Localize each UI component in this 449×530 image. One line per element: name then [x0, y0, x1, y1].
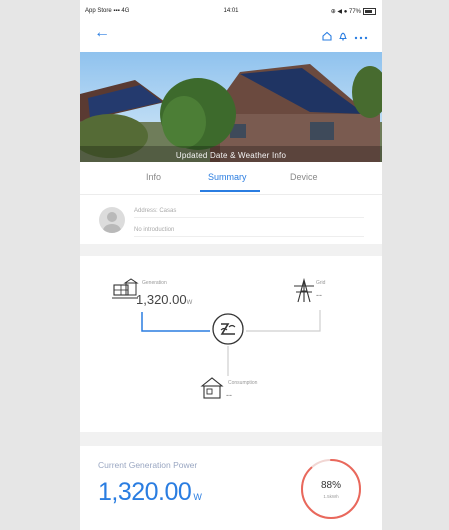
consumption-value: -- [226, 390, 232, 400]
more-icon[interactable] [354, 28, 368, 46]
section-divider [80, 244, 382, 256]
back-arrow-icon[interactable]: ← [94, 24, 110, 42]
gauge-subtext: 1.5kWh [323, 494, 339, 499]
current-power-value: 1,320.00 W [98, 478, 202, 507]
solar-generation-icon [112, 278, 139, 299]
avatar [99, 207, 125, 233]
consumption-label: Consumption [228, 380, 258, 386]
active-tab-indicator [200, 190, 260, 192]
battery-icon [363, 8, 376, 15]
tab-bar: Info Summary Device [80, 164, 382, 195]
grid-value: -- [316, 290, 322, 300]
gauge-percentage: 88% [320, 480, 341, 491]
section-divider [80, 432, 382, 446]
grid-label: Grid [316, 280, 326, 286]
bell-icon[interactable] [338, 28, 348, 46]
profile-introduction: No introduction [134, 227, 364, 237]
tab-device[interactable]: Device [290, 172, 318, 182]
grid-tower-icon [294, 277, 314, 303]
plant-photo: Updated Date & Weather Info [80, 52, 382, 162]
profile-address: Address: Casas [134, 208, 364, 218]
phone-screen: App Store ▪▪▪ 4G 14:01 ⊕ ◀ ● 77% ← Updat… [80, 0, 382, 530]
status-right: ⊕ ◀ ● 77% [331, 8, 376, 15]
inverter-icon [212, 313, 244, 345]
current-power-unit: W [193, 492, 202, 502]
generation-flow-line [141, 312, 210, 332]
power-gauge: 88% 1.5kWh [298, 456, 364, 522]
generation-label: Generation [142, 280, 167, 286]
current-power-label: Current Generation Power [98, 460, 198, 470]
grid-flow-line [246, 310, 321, 332]
generation-value-number: 1,320.00 [136, 292, 187, 307]
energy-flow-diagram: Generation 1,320.00W Grid -- Consumption… [80, 258, 382, 430]
generation-unit: W [186, 300, 193, 306]
plant-profile: Address: Casas No introduction [80, 196, 382, 246]
tab-summary[interactable]: Summary [208, 172, 247, 182]
top-navigation-bar: ← [80, 22, 382, 52]
photo-caption: Updated Date & Weather Info [175, 151, 287, 160]
home-icon[interactable] [322, 28, 332, 46]
tab-info[interactable]: Info [146, 172, 161, 182]
status-bar: App Store ▪▪▪ 4G 14:01 ⊕ ◀ ● 77% [80, 0, 382, 22]
current-power-number: 1,320.00 [98, 478, 192, 506]
status-indicators: ⊕ ◀ ● 77% [330, 9, 361, 16]
consumption-house-icon [200, 377, 224, 399]
current-power-card: Current Generation Power 1,320.00 W 88% 1… [80, 450, 382, 530]
generation-value: 1,320.00W [136, 292, 192, 307]
